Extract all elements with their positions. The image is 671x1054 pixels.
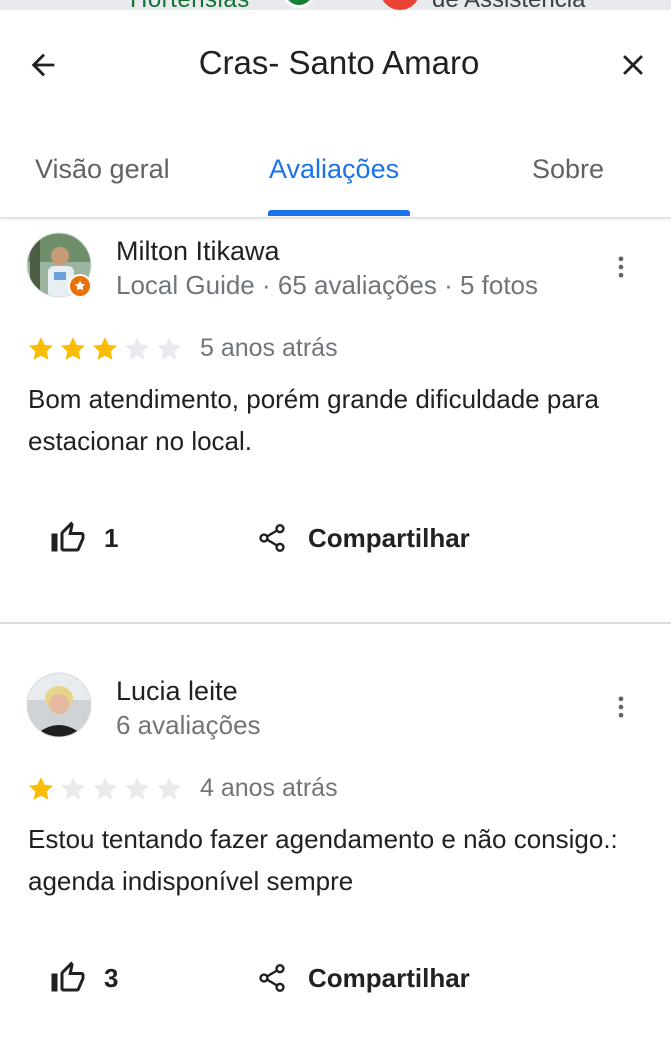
more-vert-icon [618, 696, 624, 718]
like-count: 3 [104, 962, 119, 993]
avatar[interactable] [26, 672, 92, 738]
share-icon [259, 524, 285, 552]
place-title: Cras- Santo Amaro [198, 44, 480, 81]
review-text: Bom atendimento, porém grande dificuldad… [28, 384, 599, 456]
tab-reviews[interactable]: Avaliações [269, 154, 399, 185]
like-button[interactable]: 3 [50, 958, 118, 998]
close-button[interactable] [612, 44, 654, 86]
star-empty-icon [157, 337, 181, 360]
reviewer-name[interactable]: Milton Itikawa [116, 236, 280, 267]
review-card: Lucia leite 6 avaliações 4 anos atrás Es… [0, 668, 671, 1054]
star-filled-icon [93, 337, 117, 360]
more-vert-icon [618, 256, 624, 278]
star-filled-icon [29, 337, 53, 360]
avatar[interactable] [26, 232, 92, 298]
avatar-photo [26, 672, 92, 738]
more-options-button[interactable] [604, 250, 638, 284]
share-label: Compartilhar [308, 962, 470, 993]
more-options-button[interactable] [604, 690, 638, 724]
star-empty-icon [157, 777, 181, 800]
map-pin-green-icon[interactable] [282, 0, 316, 8]
arrow-back-icon [31, 53, 55, 77]
star-empty-icon [125, 337, 149, 360]
tab-bar: Visão geral Avaliações Sobre [0, 140, 671, 218]
close-icon [623, 55, 643, 75]
map-preview-strip[interactable]: Hortensias de Assistência [0, 0, 671, 10]
star-rating [26, 334, 184, 364]
reviewer-meta: 6 avaliações [116, 710, 261, 740]
map-place-label: de Assistência [432, 0, 585, 10]
star-filled-icon [29, 777, 53, 800]
map-place-label: Hortensias [130, 0, 250, 10]
review-card: Milton Itikawa Local Guide · 65 avaliaçõ… [0, 228, 671, 624]
map-pin-red-icon[interactable] [380, 0, 420, 10]
thumb-up-icon [51, 521, 85, 552]
star-empty-icon [93, 777, 117, 800]
reviewer-name[interactable]: Lucia leite [116, 676, 238, 707]
share-button[interactable]: Compartilhar [256, 518, 470, 558]
like-count: 1 [104, 522, 119, 553]
star-empty-icon [125, 777, 149, 800]
star-empty-icon [61, 777, 85, 800]
local-guide-badge-icon [68, 274, 92, 298]
share-button[interactable]: Compartilhar [256, 958, 470, 998]
place-header: Cras- Santo Amaro [0, 10, 671, 120]
review-time: 4 anos atrás [200, 774, 338, 802]
like-button[interactable]: 1 [50, 518, 118, 558]
star-filled-icon [61, 337, 85, 360]
review-text: Estou tentando fazer agendamento e não c… [28, 824, 618, 896]
share-label: Compartilhar [308, 522, 470, 553]
star-rating [26, 774, 184, 804]
tab-overview[interactable]: Visão geral [35, 154, 170, 185]
back-button[interactable] [22, 44, 64, 86]
reviewer-meta: Local Guide · 65 avaliações · 5 fotos [116, 270, 539, 300]
tab-about[interactable]: Sobre [532, 154, 604, 185]
share-icon [259, 964, 285, 992]
active-tab-indicator [268, 210, 410, 216]
review-time: 5 anos atrás [200, 334, 338, 362]
thumb-up-icon [51, 961, 85, 992]
